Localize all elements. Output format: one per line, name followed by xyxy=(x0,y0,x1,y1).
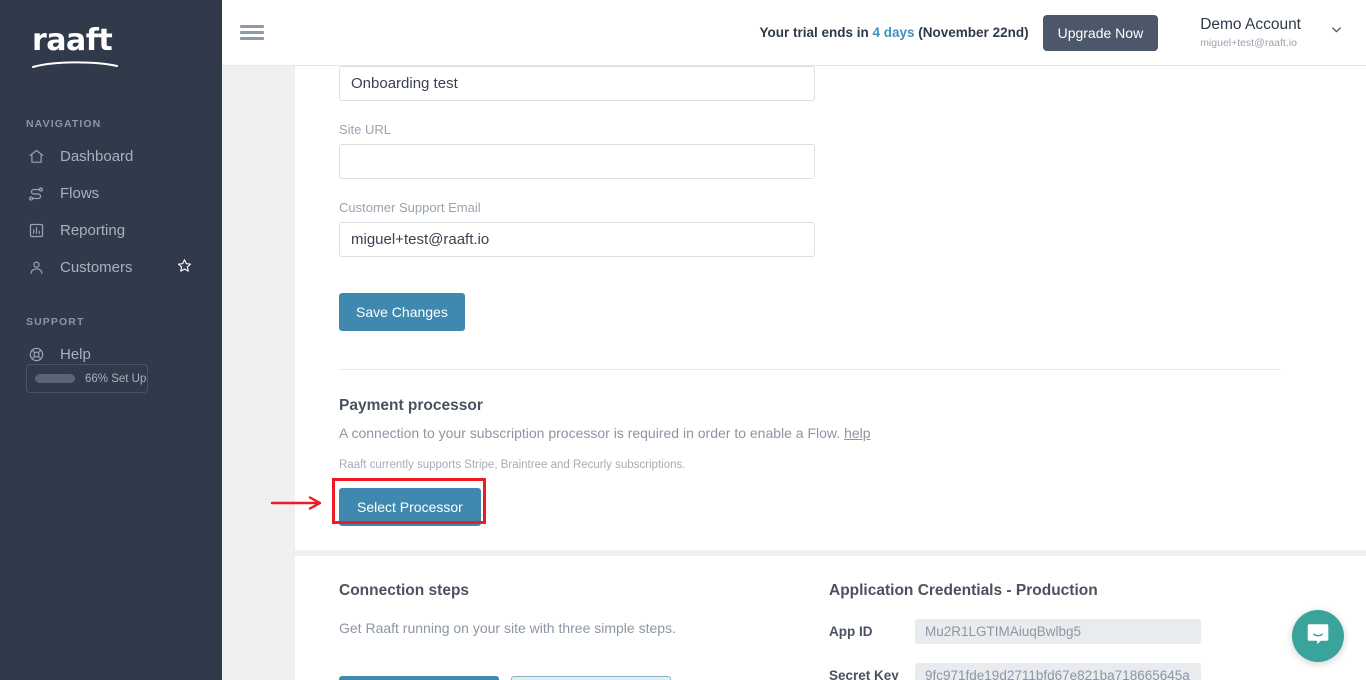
site-name-input[interactable] xyxy=(339,66,815,101)
setup-progress-track xyxy=(35,374,75,383)
connection-step-primary-button[interactable] xyxy=(339,676,499,680)
credential-label-secret-key: Secret Key xyxy=(829,668,899,680)
chevron-down-icon[interactable] xyxy=(1329,22,1344,42)
flow-icon xyxy=(26,184,46,204)
payment-processor-fine-print: Raaft currently supports Stripe, Braintr… xyxy=(339,459,686,471)
upgrade-now-button[interactable]: Upgrade Now xyxy=(1042,14,1159,51)
hamburger-bar xyxy=(240,31,264,34)
person-icon xyxy=(26,258,46,278)
sidebar: raaft NAVIGATION Dashboard Flows Reporti… xyxy=(0,0,222,680)
sidebar-item-label-reporting: Reporting xyxy=(60,222,126,239)
trial-date: (November 22nd) xyxy=(918,25,1029,40)
credential-value-secret-key[interactable]: 9fc971fde19d2711bfd67e821ba718665645a xyxy=(915,663,1201,680)
sidebar-section-navigation: NAVIGATION Dashboard Flows Reporting Cus… xyxy=(0,118,222,286)
sidebar-section-label-navigation: NAVIGATION xyxy=(26,118,102,130)
connection-steps-description: Get Raaft running on your site with thre… xyxy=(339,620,676,636)
select-processor-button[interactable]: Select Processor xyxy=(339,488,481,526)
site-url-label: Site URL xyxy=(339,122,392,137)
site-url-input[interactable] xyxy=(339,144,815,179)
sidebar-item-customers[interactable]: Customers xyxy=(0,249,222,286)
sidebar-item-label-flows: Flows xyxy=(60,185,100,202)
content-scroll-area[interactable]: Site URL Customer Support Email Save Cha… xyxy=(222,66,1366,680)
sidebar-item-label-dashboard: Dashboard xyxy=(60,148,134,165)
payment-processor-title: Payment processor xyxy=(339,397,483,414)
topbar: Your trial ends in 4 days (November 22nd… xyxy=(222,0,1366,66)
home-icon xyxy=(26,147,46,167)
account-menu[interactable]: Demo Account miguel+test@raaft.io xyxy=(1200,16,1344,49)
bar-chart-icon xyxy=(26,221,46,241)
connection-credentials-card: Connection steps Get Raaft running on yo… xyxy=(294,556,1366,680)
payment-processor-description-text: A connection to your subscription proces… xyxy=(339,425,841,441)
sidebar-item-reporting[interactable]: Reporting xyxy=(0,212,222,249)
connection-step-secondary-button[interactable] xyxy=(511,676,671,680)
support-email-field-group: Customer Support Email xyxy=(339,200,1325,257)
chat-bubble-icon xyxy=(1305,621,1331,652)
account-name: Demo Account xyxy=(1200,16,1301,34)
connection-steps-title: Connection steps xyxy=(339,582,470,599)
hamburger-icon[interactable] xyxy=(240,18,264,47)
credentials-section: Application Credentials - Production App… xyxy=(829,582,1325,680)
sidebar-item-label-customers: Customers xyxy=(60,259,133,276)
logo-text: raaft xyxy=(32,23,113,58)
logo-underline-icon xyxy=(32,61,118,68)
sidebar-item-dashboard[interactable]: Dashboard xyxy=(0,138,222,175)
credentials-title: Application Credentials - Production xyxy=(829,582,1098,599)
logo[interactable]: raaft xyxy=(0,0,222,74)
account-info: Demo Account miguel+test@raaft.io xyxy=(1200,16,1301,48)
account-email: miguel+test@raaft.io xyxy=(1200,36,1297,49)
credential-value-app-id[interactable]: Mu2R1LGTIMAiuqBwlbg5 xyxy=(915,619,1201,644)
connection-steps-section: Connection steps Get Raaft running on yo… xyxy=(339,582,829,680)
save-changes-button[interactable]: Save Changes xyxy=(339,293,465,331)
credential-row-secret-key: Secret Key 9fc971fde19d2711bfd67e821ba71… xyxy=(829,663,1325,680)
connection-steps-buttons xyxy=(339,676,829,680)
lifebuoy-icon xyxy=(26,345,46,365)
star-icon[interactable] xyxy=(177,258,192,278)
support-email-input[interactable] xyxy=(339,222,815,257)
trial-status: Your trial ends in 4 days (November 22nd… xyxy=(759,25,1028,40)
setup-progress-label: 66% Set Up xyxy=(85,372,147,385)
payment-processor-section: Payment processor A connection to your s… xyxy=(295,370,1366,526)
intercom-launcher-button[interactable] xyxy=(1292,610,1344,662)
sidebar-item-flows[interactable]: Flows xyxy=(0,175,222,212)
support-email-label: Customer Support Email xyxy=(339,200,481,215)
trial-days: 4 days xyxy=(872,25,915,40)
credential-label-app-id: App ID xyxy=(829,624,873,639)
site-url-field-group: Site URL xyxy=(339,122,1325,179)
hamburger-bar xyxy=(240,25,264,28)
hamburger-bar xyxy=(240,37,264,40)
trial-prefix: Your trial ends in xyxy=(759,25,869,40)
setup-progress-badge[interactable]: 66% Set Up xyxy=(26,364,148,393)
sidebar-section-label-support: SUPPORT xyxy=(26,316,85,328)
credential-row-app-id: App ID Mu2R1LGTIMAiuqBwlbg5 xyxy=(829,619,1325,644)
settings-card: Site URL Customer Support Email Save Cha… xyxy=(294,66,1366,550)
app-root: raaft NAVIGATION Dashboard Flows Reporti… xyxy=(0,0,1366,680)
topbar-right-group: Your trial ends in 4 days (November 22nd… xyxy=(759,14,1344,51)
sidebar-item-label-help: Help xyxy=(60,346,91,363)
main-pane: Your trial ends in 4 days (November 22nd… xyxy=(222,0,1366,680)
payment-processor-help-link[interactable]: help xyxy=(844,425,870,441)
payment-processor-description: A connection to your subscription proces… xyxy=(339,425,1325,441)
